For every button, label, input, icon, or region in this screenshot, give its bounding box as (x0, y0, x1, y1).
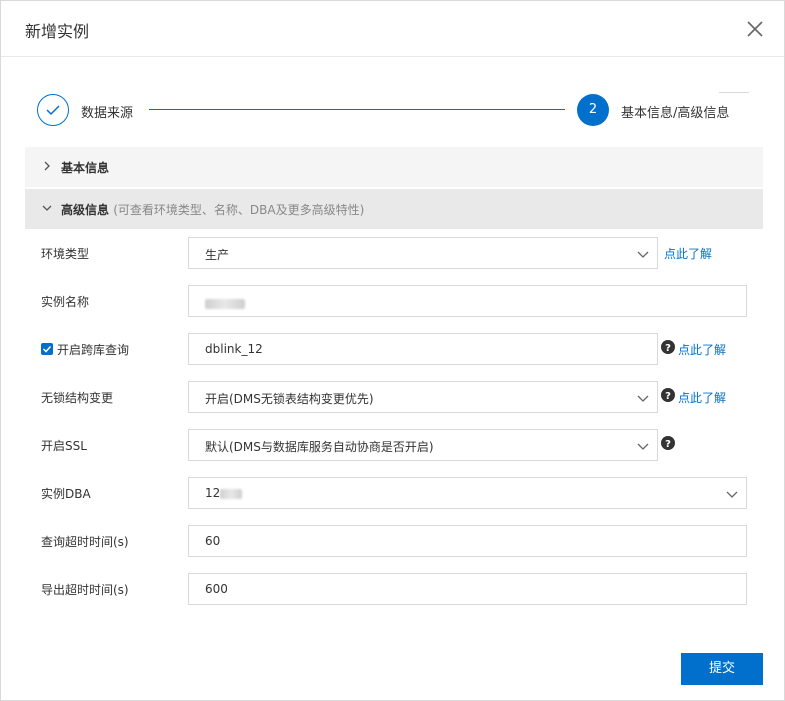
env-type-label: 环境类型 (41, 247, 90, 261)
check-icon (46, 105, 60, 116)
submit-button[interactable]: 提交 (681, 653, 763, 685)
ssl-label: 开启SSL (41, 439, 87, 453)
export-timeout-label: 导出超时时间(s) (41, 583, 129, 597)
env-type-select[interactable]: 生产 (188, 237, 658, 269)
chevron-down-icon (637, 443, 649, 450)
dba-label: 实例DBA (41, 487, 91, 501)
question-circle-icon[interactable]: ? (661, 436, 675, 450)
panel-advanced-info[interactable]: 高级信息 (可查看环境类型、名称、DBA及更多高级特性) (25, 189, 763, 229)
panel-basic-info[interactable]: 基本信息 (25, 147, 763, 187)
ssl-select[interactable]: 默认(DMS与数据库服务自动协商是否开启) (188, 429, 658, 461)
lockless-learn-more-link[interactable]: 点此了解 (678, 389, 726, 406)
chevron-down-icon (726, 491, 738, 498)
dialog-header: 新增实例 (1, 1, 784, 57)
dba-value: 12 (205, 486, 243, 500)
dba-value-text: 12 (205, 486, 221, 500)
panel-advanced-title-text: 高级信息 (61, 203, 110, 217)
redacted-value (205, 298, 245, 309)
env-type-learn-more-link[interactable]: 点此了解 (664, 245, 712, 262)
export-timeout-input[interactable]: 600 (188, 573, 747, 605)
dblink-input[interactable]: dblink_12 (188, 333, 658, 365)
dialog-title: 新增实例 (25, 22, 90, 41)
redacted-value (220, 488, 243, 499)
svg-text:?: ? (665, 439, 671, 450)
svg-text:?: ? (665, 343, 671, 354)
panel-advanced-subtitle: (可查看环境类型、名称、DBA及更多高级特性) (113, 203, 365, 217)
instance-name-value (205, 296, 245, 310)
instance-name-label: 实例名称 (41, 295, 90, 309)
check-icon (42, 345, 52, 353)
lockless-value: 开启(DMS无锁表结构变更优先) (205, 392, 374, 406)
query-timeout-input[interactable]: 60 (188, 525, 747, 557)
ssl-value: 默认(DMS与数据库服务自动协商是否开启) (205, 440, 434, 454)
env-type-value: 生产 (205, 248, 230, 262)
lockless-label: 无锁结构变更 (41, 391, 114, 405)
step-1-done (37, 94, 69, 126)
step-connector (149, 109, 565, 110)
panel-basic-title: 基本信息 (61, 161, 110, 175)
cross-db-learn-more-link[interactable]: 点此了解 (678, 341, 726, 358)
question-circle-icon[interactable]: ? (661, 388, 675, 402)
instance-name-input[interactable] (188, 285, 747, 317)
step-2-label: 基本信息/高级信息 (621, 106, 730, 121)
lockless-select[interactable]: 开启(DMS无锁表结构变更优先) (188, 381, 658, 413)
step-2-number: 2 (577, 94, 609, 126)
cross-db-checkbox[interactable] (41, 343, 53, 355)
close-icon[interactable] (745, 19, 765, 39)
export-timeout-value: 600 (205, 582, 228, 596)
query-timeout-label: 查询超时时间(s) (41, 535, 129, 549)
query-timeout-value: 60 (205, 534, 221, 548)
chevron-down-icon (42, 205, 52, 211)
dblink-value: dblink_12 (205, 342, 263, 356)
dba-select[interactable]: 12 (188, 477, 747, 509)
question-circle-icon[interactable]: ? (661, 340, 675, 354)
step-divider (719, 92, 749, 93)
chevron-down-icon (637, 395, 649, 402)
panel-advanced-title: 高级信息 (可查看环境类型、名称、DBA及更多高级特性) (61, 201, 364, 218)
chevron-down-icon (637, 251, 649, 258)
step-1-label: 数据来源 (81, 106, 134, 121)
svg-text:?: ? (665, 391, 671, 402)
chevron-right-icon (44, 161, 50, 171)
new-instance-dialog: 新增实例 数据来源 2 基本信息/高级信息 基本信息 高级信息 (可查看环境类型… (0, 0, 785, 701)
cross-db-label: 开启跨库查询 (57, 343, 130, 357)
